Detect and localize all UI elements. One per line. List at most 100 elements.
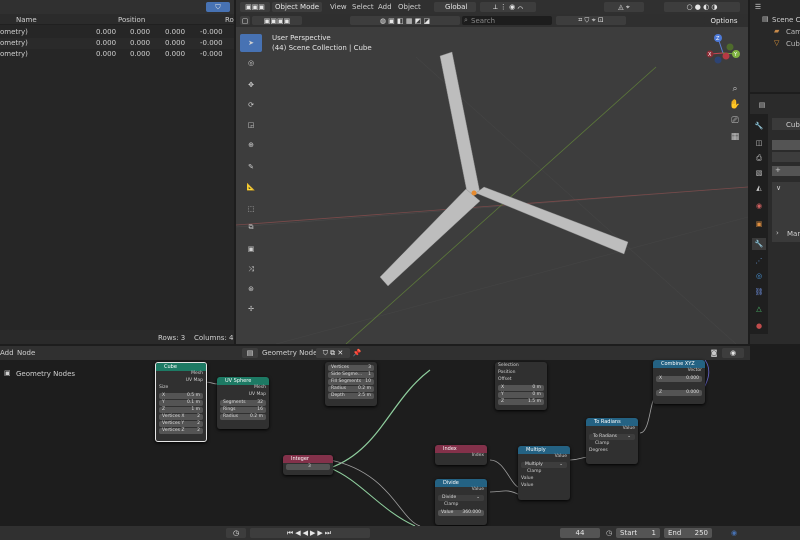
orientation-dropdown[interactable]: Global [434,2,476,12]
current-frame: 44 [575,529,585,537]
filter-icons[interactable]: ⌗ ⛉ ⌖ ⊡ [556,16,626,25]
view-layer-tab-icon[interactable]: ▧ [752,167,766,179]
modifier-tab-icon[interactable]: 🔧 [752,238,766,250]
col-position[interactable]: Position [118,16,145,24]
orientation-label: Global [445,3,468,11]
start-label: Start [620,529,638,537]
table-row: ometry) 0.000 0.000 0.000 -0.000 [0,38,234,49]
scene-tab-icon[interactable]: ◭ [752,182,766,194]
mode-label: Object Mode [275,3,320,11]
menu-object[interactable]: Object [398,3,421,11]
tool-tab-icon[interactable]: 🔧 [752,120,766,132]
render-tab-icon[interactable]: ◫ [752,137,766,149]
node-title: Divide [435,479,487,487]
physics-tab-icon[interactable]: ◎ [752,270,766,282]
world-tab-icon[interactable]: ◉ [752,200,766,212]
menu-add-node[interactable]: Add [0,349,14,357]
node-editor-header [0,346,750,360]
properties-row[interactable] [772,152,800,162]
end-value: 250 [694,529,708,537]
properties-object-name: Cube [786,121,800,129]
end-frame-field[interactable]: End 250 [664,528,712,538]
select-mode-buttons[interactable]: ▣▣▣▣ [252,16,302,25]
ortho-toggle-icon[interactable]: ▦ [728,130,742,144]
overlay-icons[interactable]: ◬ ⌖ [604,2,644,12]
playback-controls[interactable]: ⏮◀◀▶▶⏭ [250,528,370,538]
pan-hand-icon[interactable]: ✋ [728,98,742,112]
editor-type-button[interactable]: ▢ [240,16,250,25]
snap-toggle-icon[interactable]: ◉ [722,348,744,358]
node-tree-actions[interactable]: ⛉ ⧉ ✕ [316,348,350,358]
node-tree-type-icon[interactable]: ▤ [242,348,258,358]
output-tab-icon[interactable]: ⎙ [752,152,766,164]
add-modifier-button[interactable]: + [772,166,800,176]
svg-text:X: X [708,52,712,58]
transform-node[interactable]: Selection Position Offset X0 m Y0 m Z 1.5… [495,362,547,410]
cube-object-icon: ▽ [774,39,780,47]
start-value: 1 [651,529,656,537]
mesh-arm-top [439,51,481,198]
shading-mini-buttons[interactable]: ◍ ▣ ◧ ▦ ◩ ◪ [350,16,460,25]
svg-text:Z: Z [716,36,720,42]
navigation-gizmo[interactable]: Z Y X [700,30,746,76]
node-title: Multiply [518,446,570,454]
outliner-camera-item[interactable]: Cam [786,28,800,36]
object-tab-icon[interactable]: ▣ [752,218,766,230]
col-rotation[interactable]: Ro [225,16,234,24]
node-tree-name[interactable]: Geometry Nodes [262,349,321,357]
object-mode-dropdown[interactable]: Object Mode [272,2,322,12]
outliner-menu-icon[interactable]: ☰ [752,2,764,12]
menu-node[interactable]: Node [17,349,35,357]
integer-node[interactable]: Integer 3 [283,455,333,475]
multiply-node[interactable]: Multiply Value Multiply ⌄ Clamp Value Val… [518,446,570,500]
to-radians-node[interactable]: To Radians Value To Radians ⌄ Clamp Degre… [586,418,638,464]
table-row: ometry) 0.000 0.000 0.000 -0.000 [0,50,223,58]
options-dropdown[interactable]: Options [704,16,744,25]
grid-line [275,216,748,344]
search-placeholder: Search [471,17,496,25]
constraints-tab-icon[interactable]: ⛓ [752,286,766,298]
zoom-icon[interactable]: ⌕ [728,82,742,96]
end-label: End [668,529,682,537]
current-frame-field[interactable]: 44 [560,528,600,538]
manage-label: Man [787,230,800,238]
node-title: Index [435,445,487,453]
outliner-cube-item[interactable]: Cube [786,40,800,48]
material-tab-icon[interactable]: ● [752,320,766,332]
shading-buttons[interactable]: ○ ● ◐ ◑ [664,2,740,12]
uv-sphere-node[interactable]: UV Sphere Mesh UV Map Segments 32 Rings 16… [217,377,269,429]
menu-view[interactable]: View [330,3,347,11]
camera-view-icon[interactable]: ⎚ [728,114,742,128]
columns-count: Columns: 4 [194,334,234,342]
search-icon: ⌕ [464,16,468,24]
options-label: Options [710,16,738,25]
node-title: Combine XYZ [653,360,705,368]
overlay-toggle-icon[interactable]: ◙ [708,348,720,358]
clock-icon[interactable]: ◷ [604,528,614,538]
pin-icon[interactable]: 📌 [352,348,362,358]
index-node[interactable]: Index Index [435,445,487,465]
menu-select[interactable]: Select [352,3,374,11]
col-name[interactable]: Name [16,16,37,24]
data-tab-icon[interactable]: △ [752,303,766,315]
menu-add[interactable]: Add [378,3,392,11]
spreadsheet-body [0,25,234,330]
particles-tab-icon[interactable]: ⋰ [752,255,766,267]
timeline-sync-icon[interactable]: ◉ [722,528,746,538]
cone-node[interactable]: Vertices 3 Side Segme... 1 Fill Segments 10… [325,362,377,406]
start-frame-field[interactable]: Start 1 [616,528,660,538]
filter-button[interactable]: ⛉ [206,2,230,12]
spreadsheet-header [0,0,234,14]
modifier-expand-icon[interactable]: ∨ [776,184,781,192]
combine-xyz-node[interactable]: Combine XYZ Vector X 0.000 Z 0.000 [653,360,705,404]
keyframe-mode-icon[interactable]: ◷ [226,528,246,538]
properties-menu-icon[interactable]: ▤ [756,100,768,110]
snap-icons[interactable]: ⟂ ⋮ ◉ ⌒ [480,2,536,12]
node-title: Cube [156,363,206,371]
outliner-title: Scene Co [772,16,800,24]
divide-node[interactable]: Divide Value Divide ⌄ Clamp Value 360.000 [435,479,487,525]
properties-row[interactable] [772,140,800,150]
mode-select-icons[interactable]: ▣▣▣ [240,2,270,12]
cube-node[interactable]: Cube Mesh UV Map Size X 0.5 m Y 0.1 m Z1 m… [155,362,207,442]
manage-expand-icon[interactable]: › [776,229,779,237]
